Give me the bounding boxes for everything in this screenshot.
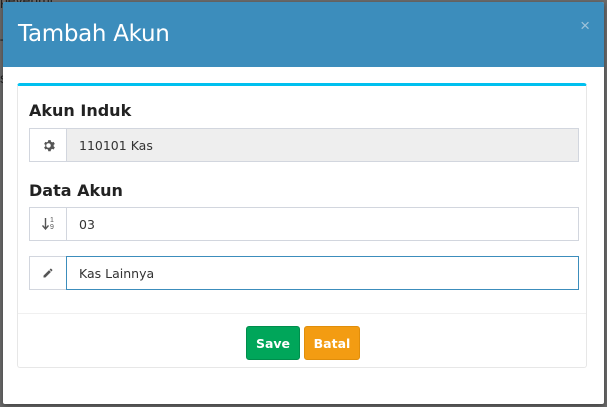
account-code-field[interactable] [66, 207, 579, 241]
modal-header: Tambah Akun × [3, 2, 604, 67]
account-data-label: Data Akun [29, 181, 123, 200]
parent-account-label: Akun Induk [29, 101, 132, 120]
box-footer-divider [18, 313, 586, 314]
sort-numeric-icon: 19 [29, 207, 66, 241]
account-name-group [29, 256, 579, 290]
parent-account-group [29, 128, 579, 162]
gear-icon [29, 128, 66, 162]
cancel-button[interactable]: Batal [304, 326, 360, 360]
add-account-modal: Tambah Akun × Akun Induk Data Akun 19 [3, 2, 604, 404]
pencil-icon [29, 256, 66, 290]
modal-title: Tambah Akun [18, 21, 170, 47]
close-button[interactable]: × [580, 16, 590, 36]
account-name-field[interactable] [66, 256, 579, 290]
save-button[interactable]: Save [246, 326, 300, 360]
account-code-group: 19 [29, 207, 579, 241]
form-box: Akun Induk Data Akun 19 [17, 83, 587, 368]
parent-account-field[interactable] [66, 128, 579, 162]
